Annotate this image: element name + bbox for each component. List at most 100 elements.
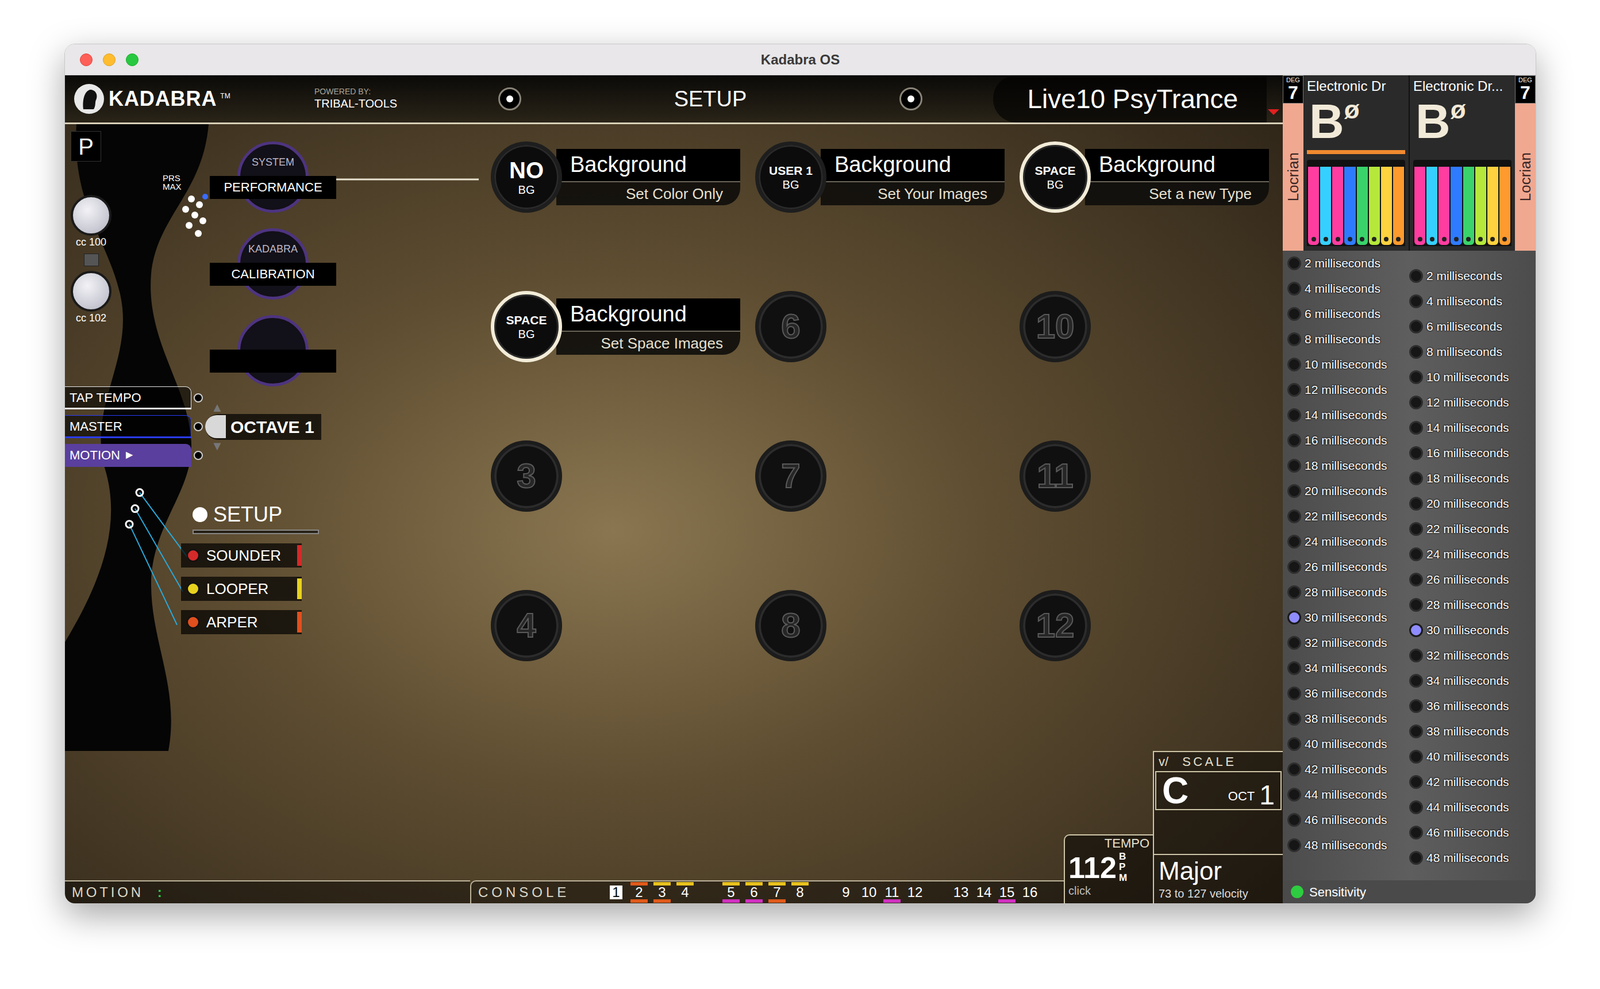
delay-option[interactable]: 40 milliseconds	[1287, 731, 1410, 757]
delay-option[interactable]: 38 milliseconds	[1287, 705, 1410, 732]
key[interactable]	[1475, 166, 1487, 245]
sensitivity[interactable]: Sensitivity	[1282, 879, 1536, 903]
delay-option[interactable]: 22 milliseconds	[1409, 516, 1532, 542]
delay-option[interactable]: 24 milliseconds	[1409, 541, 1532, 567]
delay-option[interactable]: 12 milliseconds	[1409, 389, 1532, 415]
tempo-box[interactable]: TEMPO112BPMclick	[1063, 833, 1153, 903]
delay-option[interactable]: 20 milliseconds	[1287, 478, 1410, 504]
delay-option[interactable]: 46 milliseconds	[1287, 806, 1410, 833]
delay-option[interactable]: 10 milliseconds	[1409, 364, 1532, 390]
link-toggle[interactable]	[83, 253, 99, 267]
system-button[interactable]: KADABRACALIBRATION	[209, 228, 337, 300]
delay-option[interactable]: 16 milliseconds	[1409, 440, 1532, 466]
octave-down-icon[interactable]: ▼	[210, 439, 224, 453]
key[interactable]	[1332, 166, 1344, 245]
console-channel[interactable]: 6	[742, 881, 766, 903]
minimize-button[interactable]	[102, 53, 116, 67]
delay-option[interactable]: 40 milliseconds	[1409, 743, 1532, 769]
system-button[interactable]: SYSTEMPERFORMANCE	[209, 141, 337, 213]
delay-option[interactable]: 10 milliseconds	[1287, 351, 1410, 378]
background-preset[interactable]: NOBGBackgroundSet Color Only	[490, 141, 756, 213]
delay-option[interactable]: 42 milliseconds	[1409, 768, 1532, 795]
delay-option[interactable]: 36 milliseconds	[1287, 680, 1410, 706]
delay-option[interactable]: 26 milliseconds	[1287, 554, 1410, 580]
key[interactable]	[1368, 166, 1380, 245]
preset-circle[interactable]: USER 1BG	[755, 141, 827, 213]
delay-option[interactable]: 14 milliseconds	[1409, 414, 1532, 441]
delay-option[interactable]: 8 milliseconds	[1409, 339, 1532, 365]
delay-option[interactable]: 36 milliseconds	[1409, 693, 1532, 719]
background-preset[interactable]: SPACEBGBackgroundSet Space Images	[490, 290, 756, 363]
preset-circle[interactable]: SPACEBG	[1019, 141, 1091, 213]
empty-slot[interactable]: 7	[755, 440, 1020, 512]
key[interactable]	[1414, 166, 1426, 245]
module-row[interactable]: LOOPER	[181, 576, 302, 601]
console-channel[interactable]: 10	[857, 881, 881, 903]
background-preset[interactable]: SPACEBGBackgroundSet a new Type	[1019, 141, 1284, 213]
empty-slot[interactable]: 11	[1019, 440, 1284, 512]
delay-option[interactable]: 24 milliseconds	[1287, 528, 1410, 555]
console-channel[interactable]: 15	[995, 881, 1019, 903]
console-channel[interactable]: 1	[604, 881, 628, 903]
preset-circle[interactable]: NOBG	[490, 141, 563, 213]
delay-option[interactable]: 6 milliseconds	[1287, 301, 1410, 327]
key[interactable]	[1320, 166, 1332, 245]
empty-slot[interactable]: 8	[755, 589, 1020, 661]
console-channel[interactable]: 3	[650, 881, 674, 903]
key[interactable]	[1487, 166, 1499, 245]
delay-option[interactable]: 16 milliseconds	[1287, 427, 1410, 453]
control-row[interactable]: MASTER	[64, 414, 203, 438]
console-channel[interactable]: 7	[765, 881, 789, 903]
delay-option[interactable]: 32 milliseconds	[1287, 629, 1410, 656]
delay-option[interactable]: 8 milliseconds	[1287, 326, 1410, 352]
control-row[interactable]: TAP TEMPO	[64, 386, 203, 410]
preset-circle[interactable]: SPACEBG	[490, 290, 563, 363]
delay-option[interactable]: 4 milliseconds	[1287, 275, 1410, 302]
delay-option[interactable]: 18 milliseconds	[1409, 465, 1532, 491]
delay-option[interactable]: 2 milliseconds	[1287, 250, 1410, 276]
console-channel[interactable]: 9	[834, 881, 858, 903]
console-channel[interactable]: 2	[627, 881, 651, 903]
deck[interactable]: Electronic DrBø	[1303, 75, 1409, 251]
motion-section[interactable]: MOTION:	[64, 879, 471, 903]
console-channel[interactable]: 12	[903, 881, 927, 903]
delay-option[interactable]: 4 milliseconds	[1409, 288, 1532, 314]
background-preset[interactable]: USER 1BGBackgroundSet Your Images	[755, 141, 1020, 213]
delay-option[interactable]: 34 milliseconds	[1287, 655, 1410, 681]
key[interactable]	[1450, 166, 1462, 245]
delay-option[interactable]: 48 milliseconds	[1287, 832, 1410, 858]
key[interactable]	[1308, 166, 1319, 245]
key[interactable]	[1356, 166, 1368, 245]
delay-option[interactable]: 18 milliseconds	[1287, 452, 1410, 479]
key[interactable]	[1463, 166, 1475, 245]
scale-box[interactable]: v/SCALECOCT1Major73 to 127 velocity	[1152, 750, 1283, 903]
ring-icon[interactable]	[899, 87, 923, 111]
console-channel[interactable]: 11	[880, 881, 904, 903]
control-row[interactable]: MOTION▶	[64, 443, 203, 467]
zoom-button[interactable]	[125, 53, 139, 67]
profile-badge[interactable]: P	[70, 131, 102, 162]
console-channel[interactable]: 4	[673, 881, 697, 903]
delay-option[interactable]: 12 milliseconds	[1287, 377, 1410, 403]
delay-option[interactable]: 28 milliseconds	[1287, 579, 1410, 605]
console-channel[interactable]: 8	[788, 881, 812, 903]
cc-knob[interactable]: cc 100	[70, 194, 112, 267]
cc-knob[interactable]: cc 102	[70, 270, 112, 325]
delay-option[interactable]: 6 milliseconds	[1409, 313, 1532, 340]
key[interactable]	[1438, 166, 1450, 245]
close-button[interactable]	[79, 53, 93, 67]
empty-slot[interactable]: 6	[755, 290, 1020, 363]
delay-option[interactable]: 30 milliseconds	[1409, 617, 1532, 643]
delay-option[interactable]: 44 milliseconds	[1409, 794, 1532, 820]
empty-slot[interactable]: 3	[490, 440, 756, 512]
delay-option[interactable]: 26 milliseconds	[1409, 566, 1532, 592]
module-row[interactable]: SOUNDER	[181, 543, 302, 568]
key[interactable]	[1393, 166, 1405, 245]
delay-option[interactable]: 42 milliseconds	[1287, 756, 1410, 782]
empty-slot[interactable]: 10	[1019, 290, 1284, 363]
octave-up-icon[interactable]: ▲	[210, 401, 224, 414]
delay-option[interactable]: 14 milliseconds	[1287, 402, 1410, 428]
preset-name[interactable]: Live10 PsyTrance	[993, 75, 1267, 123]
deck[interactable]: Electronic Dr...Bø	[1409, 75, 1515, 251]
delay-option[interactable]: 46 milliseconds	[1409, 819, 1532, 845]
